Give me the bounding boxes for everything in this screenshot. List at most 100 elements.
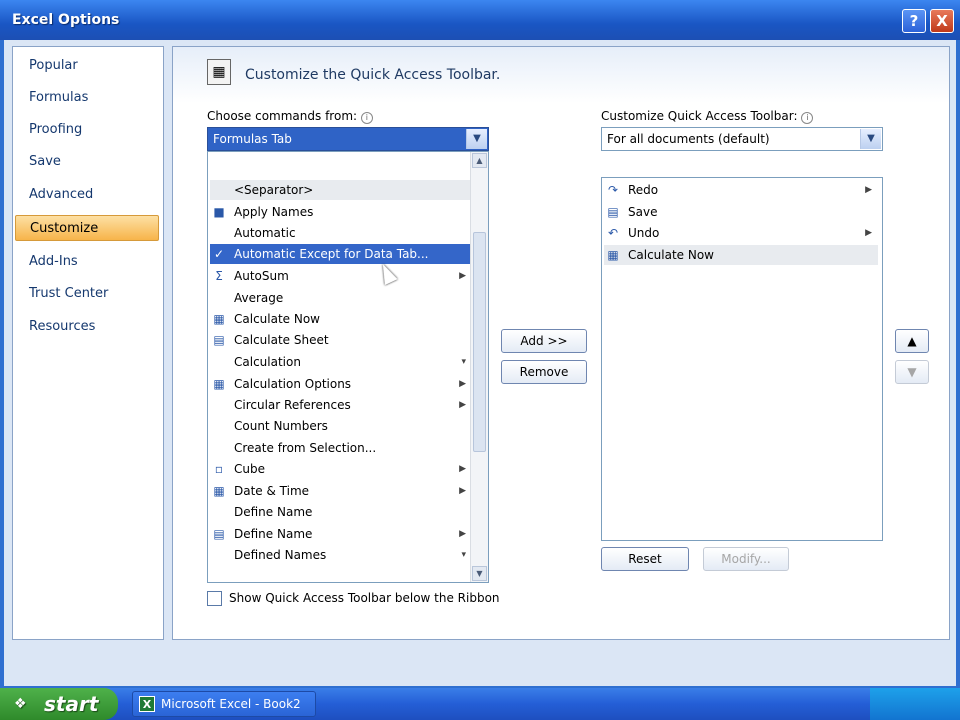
choose-commands-label: Choose commands from: i xyxy=(207,109,373,124)
list-item[interactable]: ▤ Save xyxy=(604,202,878,222)
list-item-label: Circular References xyxy=(234,398,351,412)
list-item-label: Calculation Options xyxy=(234,377,352,391)
list-item-label: Define Name xyxy=(234,527,313,541)
redo-icon: ↷ xyxy=(607,183,619,197)
list-item[interactable]: Create from Selection... xyxy=(210,438,376,458)
submenu-arrow-icon: ▶ xyxy=(459,529,466,539)
save-icon: ▤ xyxy=(607,205,619,219)
list-item[interactable]: ▫ Cube ▶ xyxy=(210,459,472,479)
close-button[interactable]: X xyxy=(930,9,954,33)
panel-title: Customize the Quick Access Toolbar. xyxy=(245,67,501,83)
help-button[interactable]: ? xyxy=(902,9,926,33)
taskbar-item-excel[interactable]: X Microsoft Excel - Book2 xyxy=(132,691,316,717)
title-bar[interactable]: Excel Options ? X xyxy=(0,0,960,40)
expand-icon: ▾ xyxy=(461,357,466,367)
nav-item-trust-center[interactable]: Trust Center xyxy=(15,281,159,307)
nav-item-save[interactable]: Save xyxy=(15,149,159,175)
list-item-label: Count Numbers xyxy=(234,419,328,433)
panel-header: ▦ Customize the Quick Access Toolbar. xyxy=(173,47,949,103)
submenu-arrow-icon: ▶ xyxy=(459,379,466,389)
nav-item-formulas[interactable]: Formulas xyxy=(15,85,159,111)
scroll-down-icon[interactable]: ▼ xyxy=(472,566,487,581)
reset-button[interactable]: Reset xyxy=(601,547,689,571)
grid-icon: ▦ xyxy=(213,377,225,391)
submenu-arrow-icon: ▶ xyxy=(459,271,466,281)
info-icon: i xyxy=(360,112,373,124)
list-item[interactable]: ▦ Calculation Options ▶ xyxy=(210,374,472,394)
nav-item-customize[interactable]: Customize xyxy=(15,215,159,241)
scroll-thumb[interactable] xyxy=(473,232,486,452)
choose-commands-text: Choose commands from: xyxy=(207,109,358,123)
list-item[interactable]: ↶ Undo ▶ xyxy=(604,223,878,243)
customize-toolbar-label: Customize Quick Access Toolbar: i xyxy=(601,109,814,124)
sheet-icon: ▤ xyxy=(213,333,225,347)
start-button[interactable]: ❖ start xyxy=(0,688,118,720)
move-down-button[interactable]: ▼ xyxy=(895,360,929,384)
submenu-arrow-icon: ▶ xyxy=(865,185,872,195)
list-item[interactable]: ▦ Calculate Now xyxy=(604,245,878,265)
tag-icon: ▤ xyxy=(213,527,225,541)
list-item-label: Calculation xyxy=(234,355,301,369)
list-item-label: Automatic xyxy=(234,226,296,240)
options-nav: Popular Formulas Proofing Save Advanced … xyxy=(12,46,164,640)
list-item[interactable]: ■ Apply Names xyxy=(210,202,313,222)
list-item-label: Create from Selection... xyxy=(234,441,377,455)
toolbar-scope-value: For all documents (default) xyxy=(607,132,770,146)
list-item-label: Define Name xyxy=(234,505,313,519)
excel-icon: X xyxy=(139,696,155,712)
nav-item-resources[interactable]: Resources xyxy=(15,314,159,340)
window-title: Excel Options xyxy=(12,12,120,28)
list-item-label: Undo xyxy=(628,226,660,240)
submenu-arrow-icon: ▶ xyxy=(459,464,466,474)
list-item[interactable]: Define Name xyxy=(210,502,312,522)
expand-icon: ▾ xyxy=(461,550,466,560)
list-item[interactable]: ▤ Define Name ▶ xyxy=(210,524,472,544)
scroll-up-icon[interactable]: ▲ xyxy=(472,153,487,168)
arrow-down-icon: ▼ xyxy=(907,365,917,379)
list-item-label: Automatic Except for Data Tab... xyxy=(234,247,429,261)
list-item[interactable]: ▤ Calculate Sheet xyxy=(210,330,328,350)
nav-item-proofing[interactable]: Proofing xyxy=(15,117,159,143)
choose-commands-dropdown[interactable]: Formulas Tab ▼ xyxy=(207,127,489,151)
list-item[interactable]: Calculation ▾ xyxy=(210,352,472,372)
chevron-down-icon[interactable]: ▼ xyxy=(860,129,881,149)
nav-item-advanced[interactable]: Advanced xyxy=(15,182,159,208)
add-button[interactable]: Add >> xyxy=(501,329,587,353)
nav-item-popular[interactable]: Popular xyxy=(15,53,159,79)
list-item[interactable]: Automatic xyxy=(210,223,296,243)
list-item-label: Redo xyxy=(628,183,659,197)
calculator-icon: ▦ xyxy=(213,312,225,326)
list-item-label: Save xyxy=(628,205,658,219)
list-item[interactable]: Σ AutoSum ▶ xyxy=(210,266,472,286)
apply-names-icon: ■ xyxy=(213,205,225,219)
list-item-label: Date & Time xyxy=(234,484,310,498)
commands-scrollbar[interactable]: ▲ ▼ xyxy=(470,152,488,582)
submenu-arrow-icon: ▶ xyxy=(459,400,466,410)
list-item-label: Calculate Now xyxy=(628,248,714,262)
list-item-label: Apply Names xyxy=(234,205,314,219)
chevron-down-icon[interactable]: ▼ xyxy=(466,129,487,149)
move-up-button[interactable]: ▲ xyxy=(895,329,929,353)
list-item[interactable]: ▦ Date & Time ▶ xyxy=(210,481,472,501)
toolbar-scope-dropdown[interactable]: For all documents (default) ▼ xyxy=(601,127,883,151)
list-item[interactable]: Circular References ▶ xyxy=(210,395,472,415)
list-item[interactable]: <Separator> xyxy=(210,180,470,200)
calculator-icon: ▦ xyxy=(607,248,619,262)
modify-button[interactable]: Modify... xyxy=(703,547,789,571)
windows-flag-icon: ❖ xyxy=(14,696,27,712)
list-item[interactable]: Defined Names ▾ xyxy=(210,545,472,565)
list-item-selected[interactable]: ✓ Automatic Except for Data Tab... xyxy=(210,244,472,264)
list-item[interactable]: Count Numbers xyxy=(210,416,328,436)
nav-item-add-ins[interactable]: Add-Ins xyxy=(15,249,159,275)
start-label: start xyxy=(44,692,99,716)
toolbar-items-list[interactable]: ↷ Redo ▶ ▤ Save ↶ Undo ▶ ▦ Calculate Now xyxy=(601,177,883,541)
show-below-ribbon-checkbox[interactable] xyxy=(207,591,222,606)
check-icon: ✓ xyxy=(213,247,225,261)
remove-button[interactable]: Remove xyxy=(501,360,587,384)
list-item[interactable]: ↷ Redo ▶ xyxy=(604,180,878,200)
cube-icon: ▫ xyxy=(214,462,224,476)
commands-list[interactable]: <Separator> ■ Apply Names Automatic ✓ Auto… xyxy=(207,151,489,583)
main-panel: ▦ Customize the Quick Access Toolbar. Ch… xyxy=(172,46,950,640)
list-item[interactable]: Average xyxy=(210,288,283,308)
list-item[interactable]: ▦ Calculate Now xyxy=(210,309,320,329)
